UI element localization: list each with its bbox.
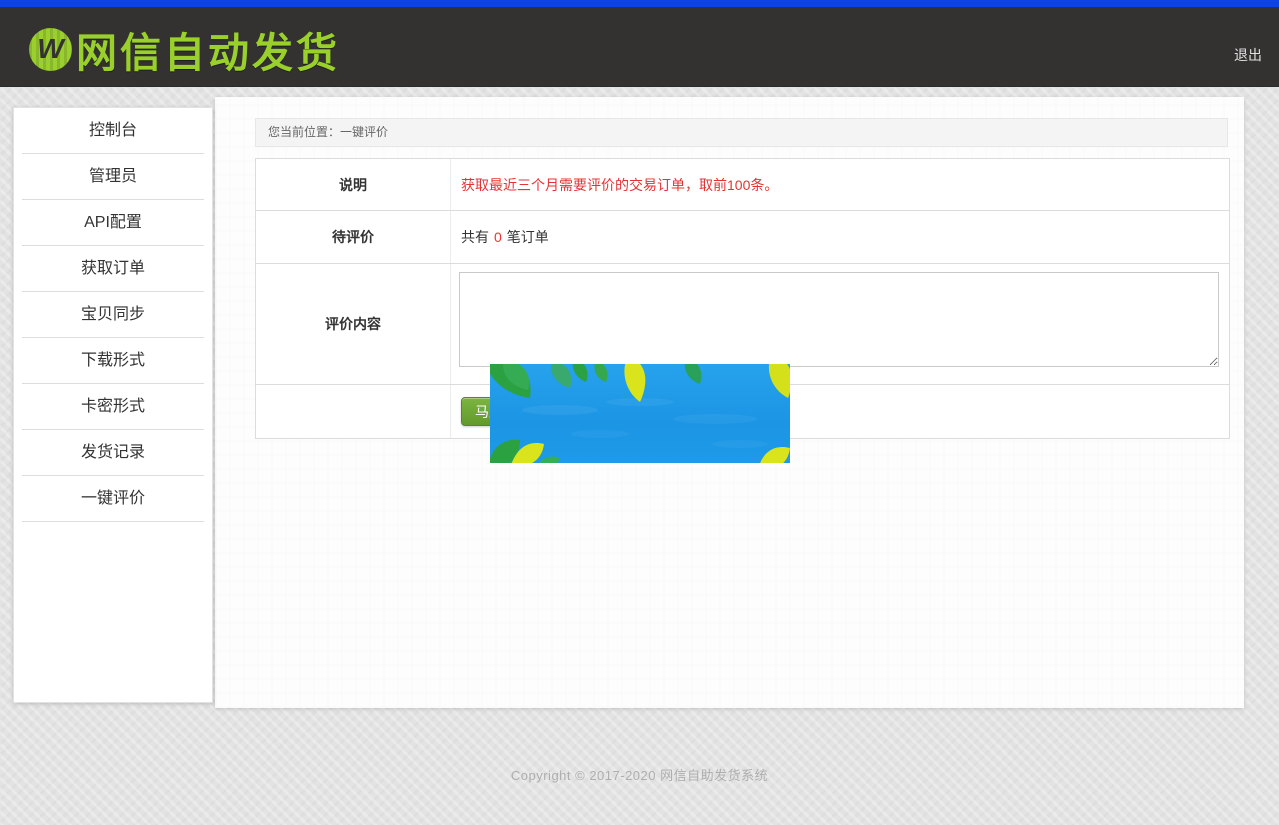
pending-suffix: 笔订单 bbox=[507, 227, 549, 247]
breadcrumb: 您当前位置：一键评价 bbox=[255, 118, 1228, 147]
sidebar-item-item-sync[interactable]: 宝贝同步 bbox=[22, 292, 204, 338]
sidebar-item-get-orders[interactable]: 获取订单 bbox=[22, 246, 204, 292]
top-accent-strip bbox=[0, 0, 1279, 7]
sidebar-item-api-config[interactable]: API配置 bbox=[22, 200, 204, 246]
row-label-pending: 待评价 bbox=[256, 211, 451, 263]
row-label-comment: 评价内容 bbox=[256, 264, 451, 384]
logo-letter: W bbox=[37, 35, 63, 63]
row-label-description: 说明 bbox=[256, 159, 451, 210]
sidebar-item-admin[interactable]: 管理员 bbox=[22, 154, 204, 200]
row-value-description: 获取最近三个月需要评价的交易订单，取前100条。 bbox=[451, 159, 1229, 210]
promo-leaves-graphic bbox=[490, 364, 790, 463]
sidebar-item-download-type[interactable]: 下载形式 bbox=[22, 338, 204, 384]
sidebar-item-one-key-review[interactable]: 一键评价 bbox=[22, 476, 204, 522]
row-label-empty bbox=[256, 385, 451, 438]
sidebar-item-cardkey-type[interactable]: 卡密形式 bbox=[22, 384, 204, 430]
sidebar-item-delivery-log[interactable]: 发货记录 bbox=[22, 430, 204, 476]
description-text: 获取最近三个月需要评价的交易订单，取前100条。 bbox=[461, 175, 778, 195]
row-value-pending: 共有 0 笔订单 bbox=[451, 211, 1229, 263]
pending-prefix: 共有 bbox=[461, 227, 489, 247]
table-row-pending: 待评价 共有 0 笔订单 bbox=[256, 211, 1229, 264]
comment-textarea[interactable] bbox=[459, 272, 1219, 367]
brand-link[interactable]: W 网信自动发货 bbox=[29, 25, 340, 73]
sidebar-item-console[interactable]: 控制台 bbox=[22, 108, 204, 154]
app-header: W 网信自动发货 退出 bbox=[0, 7, 1279, 87]
floating-promo-image[interactable] bbox=[490, 364, 790, 463]
table-row-description: 说明 获取最近三个月需要评价的交易订单，取前100条。 bbox=[256, 159, 1229, 211]
sidebar-menu-list: 控制台 管理员 API配置 获取订单 宝贝同步 下载形式 卡密形式 发货记录 一… bbox=[14, 108, 212, 522]
brand-logo-icon: W bbox=[29, 28, 72, 71]
copyright-text: Copyright © 2017-2020 网信自助发货系统 bbox=[0, 765, 1279, 784]
logout-link[interactable]: 退出 bbox=[1234, 45, 1262, 65]
pending-count: 0 bbox=[494, 229, 502, 245]
app-title: 网信自动发货 bbox=[76, 19, 340, 79]
page-root: W 网信自动发货 退出 您当前位置：一键评价 说明 获取最近三个月需要评价的交易… bbox=[0, 0, 1279, 825]
sidebar-menu: 控制台 管理员 API配置 获取订单 宝贝同步 下载形式 卡密形式 发货记录 一… bbox=[13, 107, 213, 703]
